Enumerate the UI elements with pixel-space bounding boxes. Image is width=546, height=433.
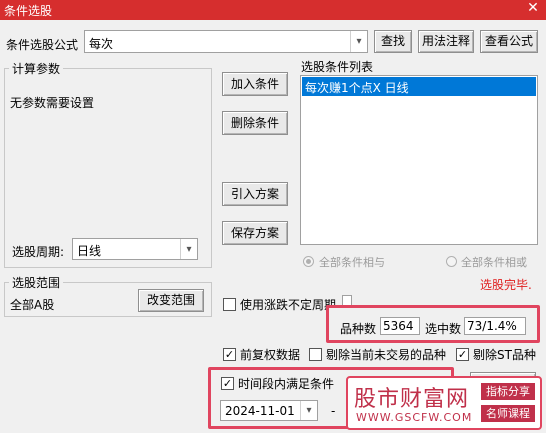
- use-uncertain-label: 使用涨跌不定周期: [240, 298, 337, 312]
- watermark-tag-courses: 名师课程: [481, 405, 535, 422]
- watermark-logo: 股市财富网 WWW.GSCFW.COM 指标分享 名师课程: [346, 376, 542, 430]
- list-item-label: 每次赚1个点X 日线: [305, 81, 409, 95]
- scope-value: 全部A股: [10, 298, 55, 312]
- view-formula-button[interactable]: 查看公式: [480, 30, 538, 53]
- usage-button[interactable]: 用法注释: [418, 30, 474, 53]
- use-uncertain-checkbox[interactable]: [223, 298, 236, 311]
- period-value: 日线: [77, 244, 102, 258]
- time-range-label: 时间段内满足条件: [238, 377, 335, 391]
- total-count-value: 5364: [383, 319, 414, 333]
- formula-label: 条件选股公式: [6, 38, 79, 52]
- condition-list[interactable]: 每次赚1个点X 日线: [300, 75, 538, 245]
- chevron-down-icon[interactable]: ▾: [350, 31, 367, 52]
- change-scope-button[interactable]: 改变范围: [138, 289, 204, 312]
- date-start-value: 2024-11-01: [225, 404, 295, 418]
- radio-or-label: 全部条件相或: [461, 256, 527, 269]
- date-dash: -: [331, 404, 336, 418]
- watermark-tag-indicators: 指标分享: [481, 383, 535, 400]
- watermark-title: 股市财富网: [354, 387, 470, 412]
- period-label: 选股周期:: [12, 245, 65, 259]
- import-scheme-button[interactable]: 引入方案: [222, 182, 288, 206]
- params-group-title: 计算参数: [9, 60, 64, 77]
- title-bar: 条件选股 ✕: [0, 0, 546, 20]
- time-range-checkbox[interactable]: ✓: [221, 377, 234, 390]
- fq-checkbox[interactable]: ✓: [223, 348, 236, 361]
- radio-and-label: 全部条件相与: [319, 256, 385, 269]
- watermark-url: WWW.GSCFW.COM: [356, 411, 473, 424]
- chevron-down-icon[interactable]: ▾: [180, 239, 197, 259]
- chevron-down-icon[interactable]: ▾: [300, 401, 317, 420]
- add-condition-button[interactable]: 加入条件: [222, 72, 288, 96]
- period-select[interactable]: 日线 ▾: [72, 238, 198, 260]
- selected-count-value: 73/1.4%: [467, 319, 517, 333]
- exclude-st-label: 剔除ST品种: [473, 348, 536, 362]
- window-title: 条件选股: [4, 4, 53, 18]
- radio-or[interactable]: [446, 256, 457, 267]
- params-message: 无参数需要设置: [10, 96, 95, 110]
- formula-select[interactable]: 每次 ▾: [84, 30, 368, 53]
- total-count-label: 品种数: [340, 322, 377, 336]
- exclude-untraded-checkbox[interactable]: [309, 348, 322, 361]
- save-scheme-button[interactable]: 保存方案: [222, 221, 288, 245]
- fq-label: 前复权数据: [240, 348, 301, 362]
- date-start-picker[interactable]: 2024-11-01 ▾: [220, 400, 318, 421]
- condition-list-label: 选股条件列表: [301, 60, 374, 74]
- radio-and[interactable]: [303, 256, 314, 267]
- close-icon[interactable]: ✕: [526, 1, 540, 15]
- selected-count-field: 73/1.4%: [464, 317, 526, 335]
- list-item[interactable]: 每次赚1个点X 日线: [302, 77, 536, 96]
- selected-count-label: 选中数: [425, 322, 462, 336]
- find-button[interactable]: 查找: [374, 30, 412, 53]
- scope-group-title: 选股范围: [9, 274, 64, 291]
- exclude-untraded-label: 剔除当前未交易的品种: [326, 348, 447, 362]
- exclude-st-checkbox[interactable]: ✓: [456, 348, 469, 361]
- status-text: 选股完毕.: [480, 278, 532, 292]
- total-count-field: 5364: [380, 317, 420, 335]
- delete-condition-button[interactable]: 删除条件: [222, 111, 288, 135]
- formula-value: 每次: [89, 37, 114, 51]
